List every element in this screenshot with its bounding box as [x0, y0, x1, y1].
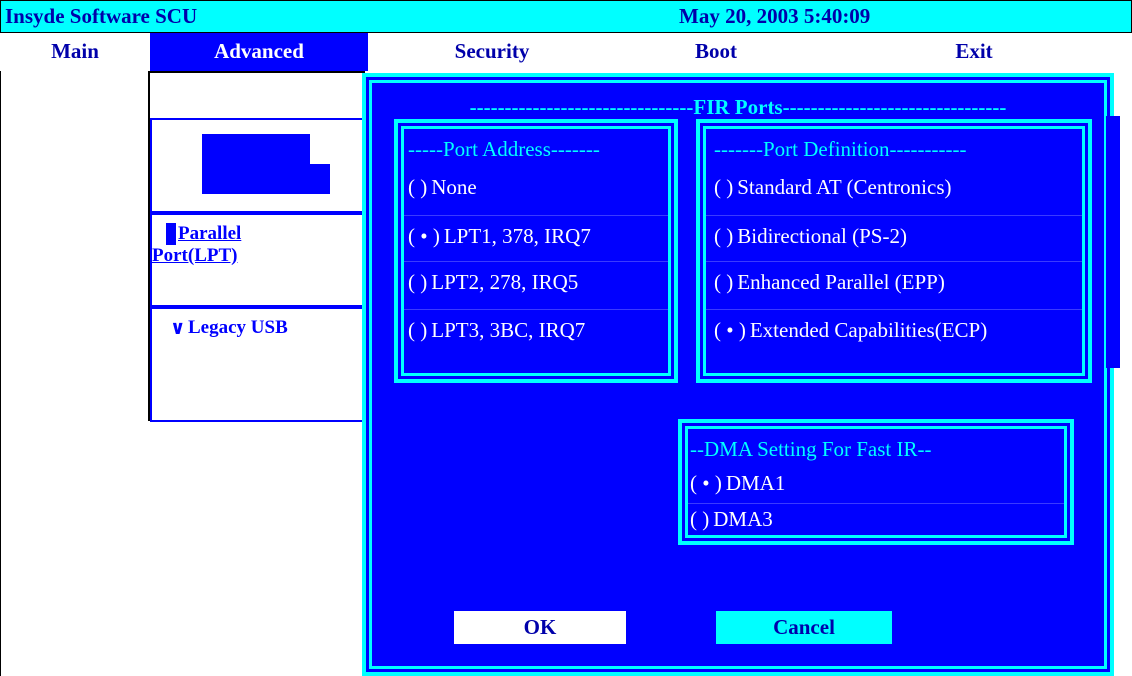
menu-exit[interactable]: Exit — [816, 33, 1132, 71]
radio-button[interactable]: ( • ) — [714, 318, 746, 342]
sidebar-item-label: Legacy USB — [188, 317, 288, 338]
menu-bar: Main Advanced Security Boot Exit — [0, 33, 1132, 71]
radio-option[interactable]: ( • ) DMA1 — [690, 471, 785, 496]
title-bar: Insyde Software SCU May 20, 2003 5:40:09 — [0, 0, 1132, 33]
radio-option[interactable]: ( ) DMA3 — [690, 507, 773, 532]
option-label: LPT2, 278, IRQ5 — [431, 270, 579, 294]
radio-option[interactable]: ( ) LPT3, 3BC, IRQ7 — [408, 318, 585, 343]
option-label: Enhanced Parallel (EPP) — [737, 270, 945, 294]
radio-option[interactable]: ( ) Standard AT (Centronics) — [714, 175, 952, 200]
datetime: May 20, 2003 5:40:09 — [679, 4, 871, 28]
radio-option[interactable]: ( ) Enhanced Parallel (EPP) — [714, 270, 945, 295]
group-title: --DMA Setting For Fast IR-- — [690, 437, 932, 461]
option-label: DMA1 — [725, 471, 786, 495]
block-shape — [202, 164, 330, 194]
radio-option[interactable]: ( ) Bidirectional (PS-2) — [714, 224, 907, 249]
radio-button[interactable]: ( ) — [690, 507, 709, 531]
left-border — [0, 71, 1, 676]
scroll-strip — [1106, 116, 1120, 368]
sidebar-item-legacy-usb[interactable]: ∨ Legacy USB — [150, 307, 365, 422]
dialog-title: --------------------------------FIR Port… — [469, 95, 1007, 119]
group-title: -----Port Address------- — [408, 137, 600, 161]
divider — [150, 71, 365, 73]
separator — [706, 309, 1082, 310]
chevron-down-icon: ∨ — [170, 318, 186, 339]
separator — [404, 261, 668, 262]
separator — [706, 215, 1082, 216]
port-definition-group: -------Port Definition----------- ( ) St… — [696, 119, 1092, 383]
radio-option[interactable]: ( • ) LPT1, 378, IRQ7 — [408, 224, 591, 249]
option-label: Bidirectional (PS-2) — [737, 224, 907, 248]
menu-security[interactable]: Security — [368, 33, 616, 71]
sidebar-item-label[interactable]: Parallel Port(LPT) — [152, 223, 282, 267]
cancel-button[interactable]: Cancel — [716, 611, 892, 644]
option-label: Extended Capabilities(ECP) — [749, 318, 988, 342]
radio-option[interactable]: ( ) LPT2, 278, IRQ5 — [408, 270, 578, 295]
block-shape — [202, 134, 310, 164]
menu-advanced[interactable]: Advanced — [150, 33, 368, 71]
radio-button[interactable]: ( ) — [714, 175, 733, 199]
app-title: Insyde Software SCU — [5, 4, 198, 28]
separator — [706, 261, 1082, 262]
option-label: Standard AT (Centronics) — [737, 175, 952, 199]
radio-button[interactable]: ( ) — [408, 318, 427, 342]
radio-option[interactable]: ( • ) Extended Capabilities(ECP) — [714, 318, 987, 343]
menu-main[interactable]: Main — [0, 33, 150, 71]
option-label: LPT1, 378, IRQ7 — [443, 224, 591, 248]
sidebar-item-parallel-port[interactable]: Parallel Port(LPT) — [150, 213, 365, 307]
fir-ports-dialog: --------------------------------FIR Port… — [362, 73, 1114, 676]
separator — [404, 215, 668, 216]
radio-button[interactable]: ( ) — [408, 270, 427, 294]
dma-setting-group: --DMA Setting For Fast IR-- ( • ) DMA1 (… — [678, 419, 1074, 545]
group-title: -------Port Definition----------- — [714, 137, 967, 161]
menu-boot[interactable]: Boot — [616, 33, 816, 71]
radio-option[interactable]: ( ) None — [408, 175, 477, 200]
port-address-group: -----Port Address------- ( ) None ( • ) … — [394, 119, 678, 383]
option-label: DMA3 — [713, 507, 773, 531]
ok-button[interactable]: OK — [454, 611, 626, 644]
radio-button[interactable]: ( ) — [714, 270, 733, 294]
separator — [404, 309, 668, 310]
sidebar-item-blank[interactable] — [150, 118, 365, 213]
radio-button[interactable]: ( • ) — [408, 224, 440, 248]
separator — [688, 503, 1064, 504]
option-label: LPT3, 3BC, IRQ7 — [431, 318, 586, 342]
option-label: None — [431, 175, 477, 199]
sidebar-area: Parallel Port(LPT) ∨ Legacy USB — [0, 71, 365, 676]
radio-button[interactable]: ( ) — [408, 175, 427, 199]
radio-button[interactable]: ( ) — [714, 224, 733, 248]
radio-button[interactable]: ( • ) — [690, 471, 722, 495]
